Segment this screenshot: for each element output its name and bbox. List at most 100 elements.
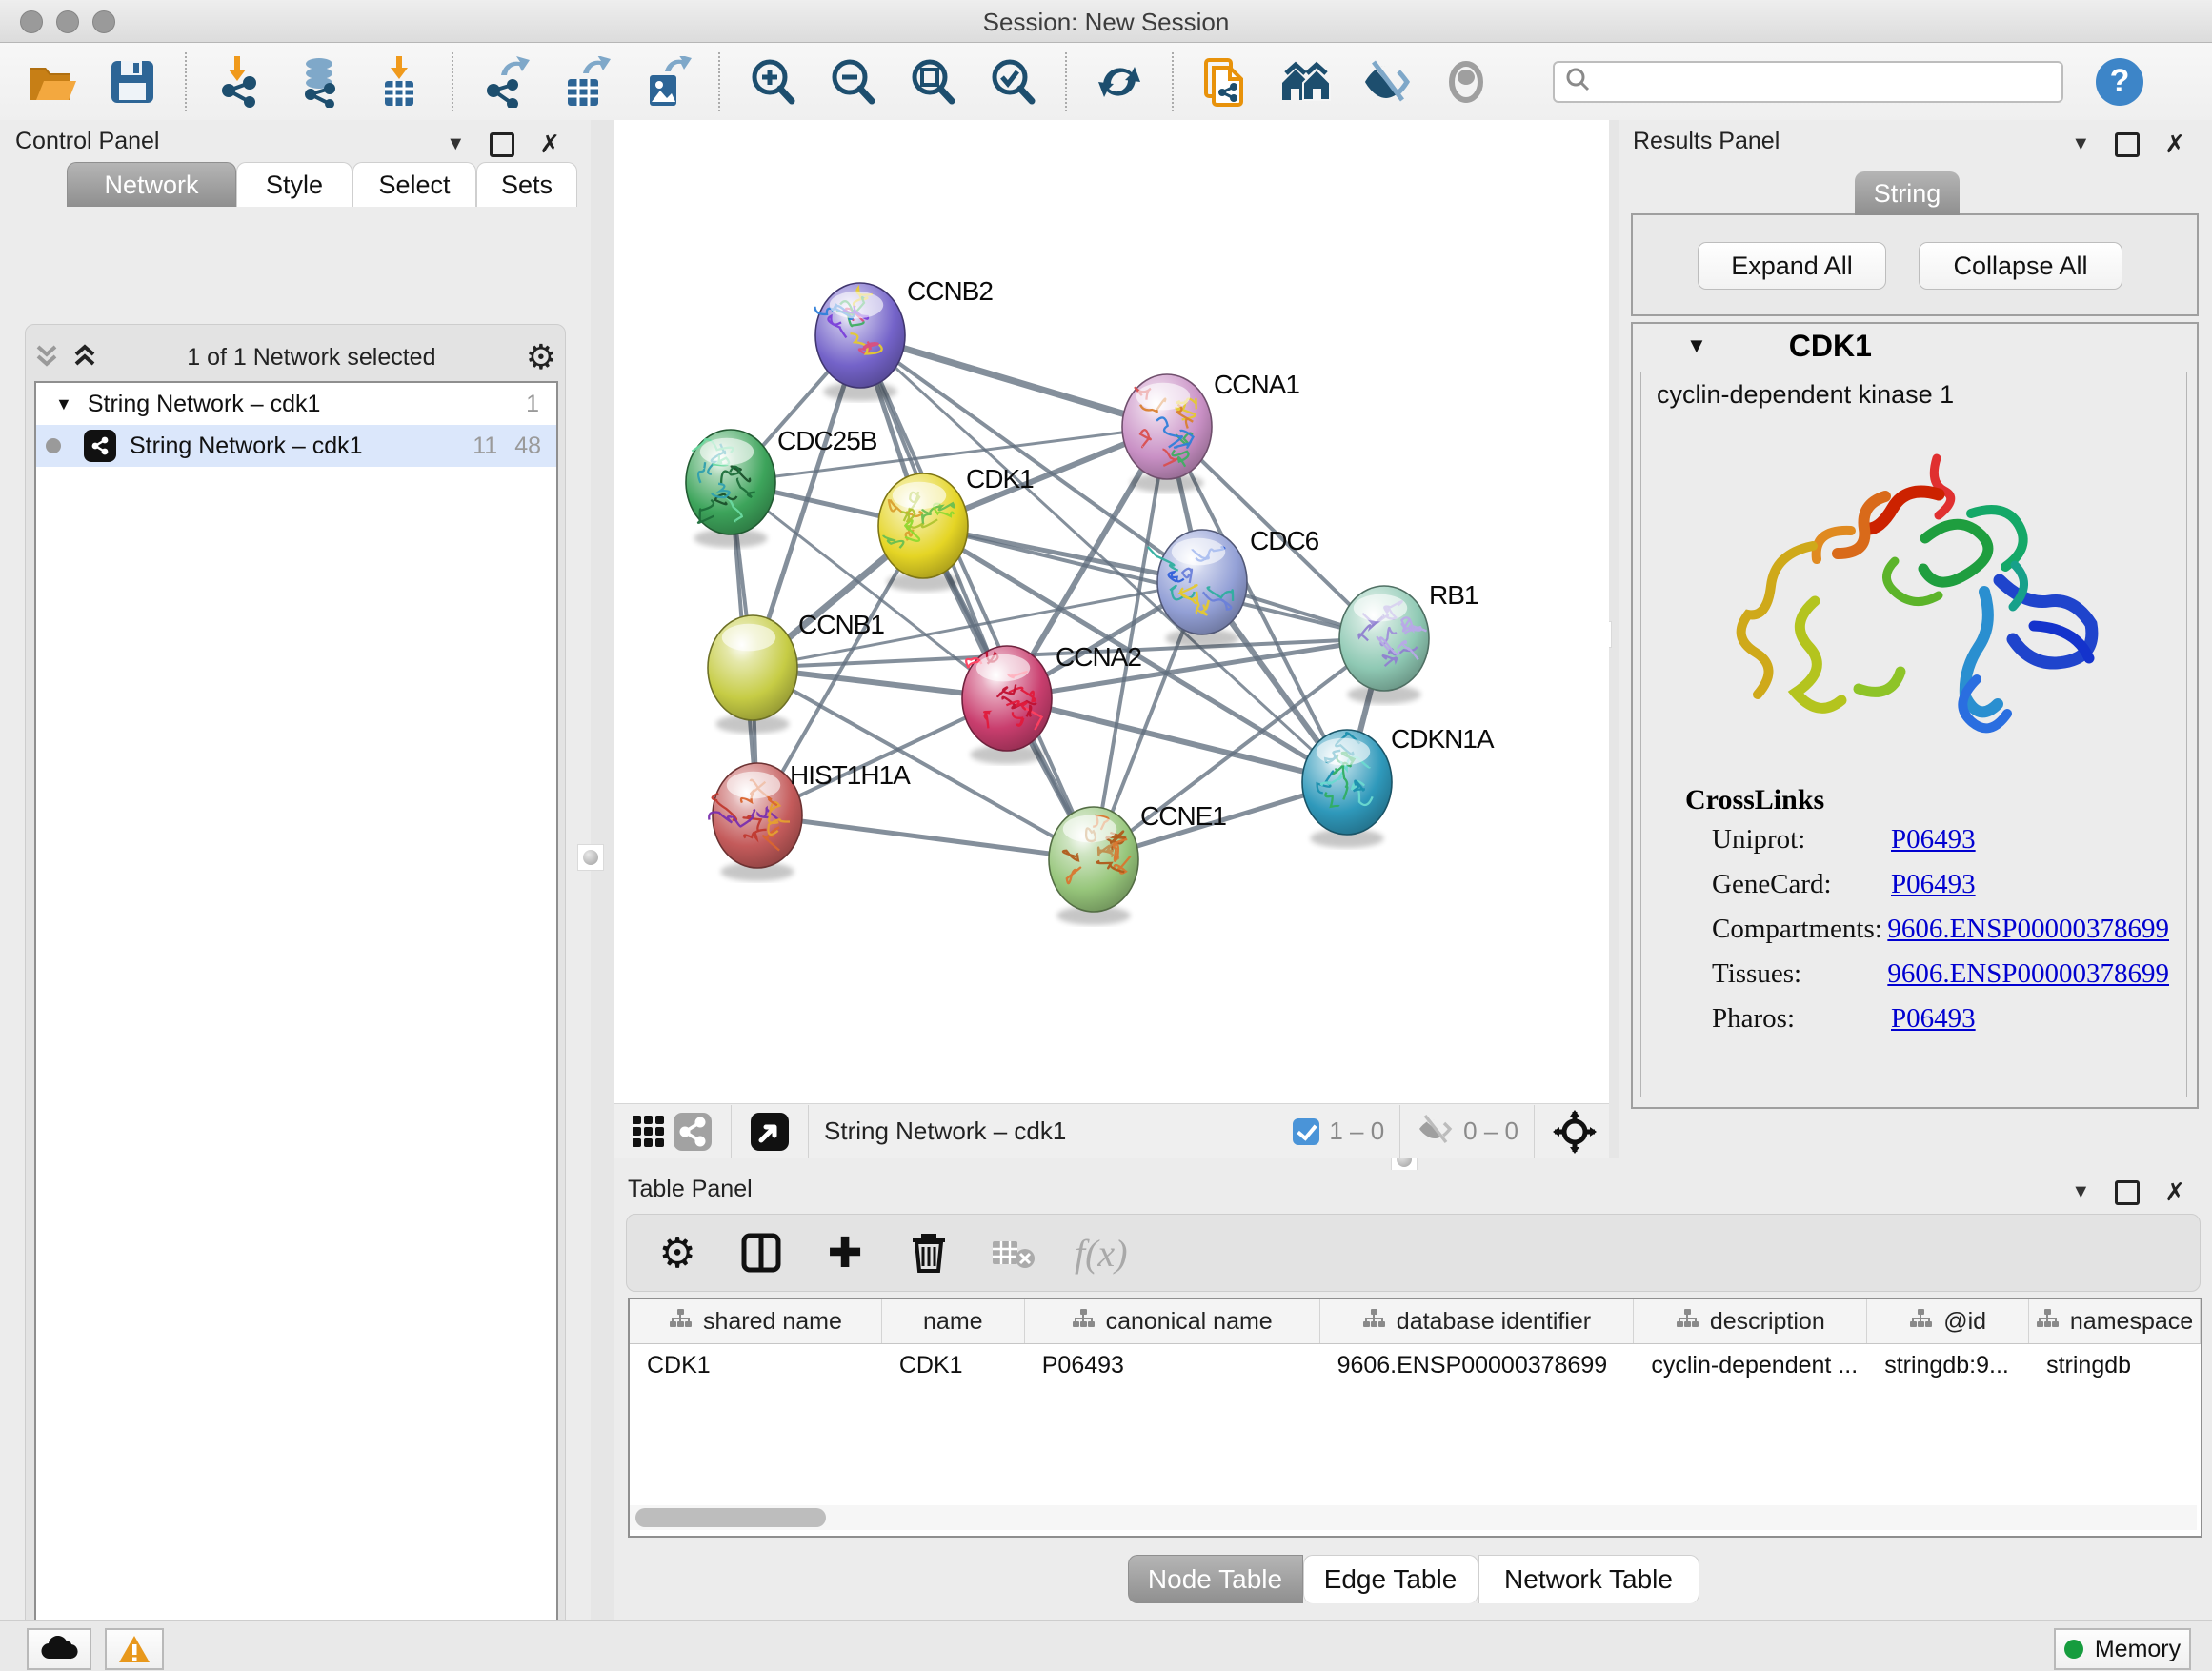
left-splitter-handle[interactable] (577, 844, 604, 871)
selected-checkbox[interactable] (1293, 1118, 1319, 1145)
genecard-link[interactable]: P06493 (1891, 869, 1976, 900)
column-header-namespace[interactable]: namespace (2029, 1299, 2201, 1343)
node-cdc6[interactable] (1148, 530, 1247, 648)
column-header-shared-name[interactable]: shared name (630, 1299, 882, 1343)
home-layouts-icon[interactable] (1280, 56, 1332, 108)
network-tree: ▼ String Network – cdk1 1 String Network… (34, 381, 558, 1671)
export-image-icon[interactable] (640, 56, 692, 108)
column-header--id[interactable]: @id (1867, 1299, 2029, 1343)
node-cdkn1a[interactable] (1302, 730, 1392, 848)
zoom-in-icon[interactable] (747, 56, 798, 108)
delete-column-icon[interactable] (907, 1231, 951, 1275)
node-rb1[interactable] (1339, 586, 1429, 704)
network-row-selected[interactable]: String Network – cdk1 11 48 (36, 425, 556, 467)
table-gear-icon[interactable]: ⚙ (655, 1231, 699, 1275)
section-collapse-caret-icon[interactable]: ▼ (1686, 333, 1707, 358)
network-collection-row[interactable]: ▼ String Network – cdk1 1 (36, 383, 556, 425)
zoom-out-icon[interactable] (827, 56, 878, 108)
hidden-count: 0 – 0 (1463, 1117, 1518, 1146)
network-canvas[interactable]: CCNB2CCNA1CDC25BCDK1CDC6RB1CCNB1CCNA2CDK… (614, 120, 1609, 1103)
show-eye-icon[interactable] (1440, 56, 1492, 108)
column-header-name[interactable]: name (882, 1299, 1025, 1343)
import-database-icon[interactable] (293, 56, 345, 108)
crosslink-label: Pharos: (1712, 1003, 1891, 1035)
scrollbar-thumb[interactable] (635, 1508, 826, 1527)
tab-select[interactable]: Select (352, 162, 476, 207)
panel-close-icon[interactable]: ✗ (539, 130, 560, 159)
column-type-icon (2036, 1308, 2059, 1336)
add-column-icon[interactable]: ✚ (823, 1231, 867, 1275)
zoom-selected-icon[interactable] (987, 56, 1038, 108)
search-field-wrap (1553, 61, 2063, 103)
hide-eye-icon[interactable] (1360, 56, 1412, 108)
tab-string[interactable]: String (1855, 171, 1960, 215)
column-header-database-identifier[interactable]: database identifier (1320, 1299, 1635, 1343)
node-label: CDC25B (777, 426, 877, 455)
node-table: shared name name canonical namedatabase id… (628, 1298, 2202, 1538)
panel-float-icon[interactable] (490, 132, 514, 157)
tab-style[interactable]: Style (236, 162, 352, 207)
help-button[interactable]: ? (2096, 58, 2143, 106)
results-panel: Results Panel ▼ ✗ String Expand All Coll… (1619, 120, 2212, 1158)
tab-network[interactable]: Network (67, 162, 236, 207)
column-label: @id (1943, 1308, 1986, 1336)
panel-close-icon[interactable]: ✗ (2164, 130, 2185, 159)
pharos-link[interactable]: P06493 (1891, 1003, 1976, 1035)
import-table-icon[interactable] (373, 56, 425, 108)
export-network-icon[interactable] (480, 56, 532, 108)
column-header-description[interactable]: description (1634, 1299, 1867, 1343)
tab-network-table[interactable]: Network Table (1478, 1555, 1699, 1603)
export-table-icon[interactable] (560, 56, 612, 108)
cell: CDK1 (630, 1344, 882, 1386)
node-hist1h1a[interactable] (709, 763, 802, 881)
node-label: HIST1H1A (790, 760, 911, 790)
warning-status-button[interactable] (105, 1628, 164, 1670)
node-label: CDC6 (1250, 526, 1319, 555)
grid-view-icon[interactable] (628, 1106, 670, 1158)
birdseye-view-icon[interactable] (747, 1106, 793, 1158)
node-layer (686, 283, 1429, 925)
cloud-status-button[interactable] (27, 1628, 91, 1670)
column-header-canonical-name[interactable]: canonical name (1025, 1299, 1320, 1343)
panel-close-icon[interactable]: ✗ (2164, 1178, 2185, 1207)
tissues-link[interactable]: 9606.ENSP00000378699 (1887, 958, 2169, 990)
tab-edge-table[interactable]: Edge Table (1303, 1555, 1478, 1603)
node-cdc25b[interactable] (686, 430, 775, 548)
clone-network-icon[interactable] (1200, 56, 1252, 108)
gear-icon[interactable]: ⚙ (526, 337, 556, 377)
panel-float-icon[interactable] (2115, 1180, 2140, 1205)
memory-button[interactable]: Memory (2054, 1628, 2191, 1670)
panel-menu-caret-icon[interactable]: ▼ (446, 133, 465, 155)
expand-all-icon[interactable] (72, 341, 97, 374)
pan-crosshair-icon[interactable] (1550, 1106, 1599, 1158)
collapse-all-icon[interactable] (34, 341, 59, 374)
node-ccnb2[interactable] (815, 283, 906, 401)
zoom-fit-icon[interactable] (907, 56, 958, 108)
compartments-link[interactable]: 9606.ENSP00000378699 (1887, 914, 2169, 945)
panel-menu-caret-icon[interactable]: ▼ (2071, 133, 2090, 155)
save-session-icon[interactable] (107, 56, 158, 108)
panel-float-icon[interactable] (2115, 132, 2140, 157)
refresh-icon[interactable] (1094, 56, 1145, 108)
panel-menu-caret-icon[interactable]: ▼ (2071, 1181, 2090, 1203)
search-input[interactable] (1553, 61, 2063, 103)
open-session-icon[interactable] (27, 56, 78, 108)
import-network-icon[interactable] (213, 56, 265, 108)
control-panel: Control Panel ▼ ✗ Network Style Select S… (0, 120, 592, 1620)
node-ccnb1[interactable] (708, 615, 797, 734)
tree-expander-icon[interactable]: ▼ (55, 394, 72, 414)
column-label: namespace (2070, 1308, 2193, 1336)
network-share-icon[interactable] (670, 1106, 715, 1158)
uniprot-link[interactable]: P06493 (1891, 824, 1976, 856)
tab-node-table[interactable]: Node Table (1128, 1555, 1303, 1603)
expand-all-button[interactable]: Expand All (1698, 242, 1886, 290)
table-horizontal-scrollbar[interactable] (630, 1505, 2197, 1530)
table-row[interactable]: CDK1CDK1P064939606.ENSP00000378699cyclin… (630, 1344, 2201, 1386)
node-cdk1[interactable] (878, 473, 968, 592)
search-icon (1564, 66, 1591, 97)
show-columns-icon[interactable] (739, 1231, 783, 1275)
tab-sets[interactable]: Sets (476, 162, 577, 207)
column-label: name (923, 1308, 983, 1336)
collapse-all-button[interactable]: Collapse All (1919, 242, 2122, 290)
node-ccne1[interactable] (1049, 807, 1138, 925)
